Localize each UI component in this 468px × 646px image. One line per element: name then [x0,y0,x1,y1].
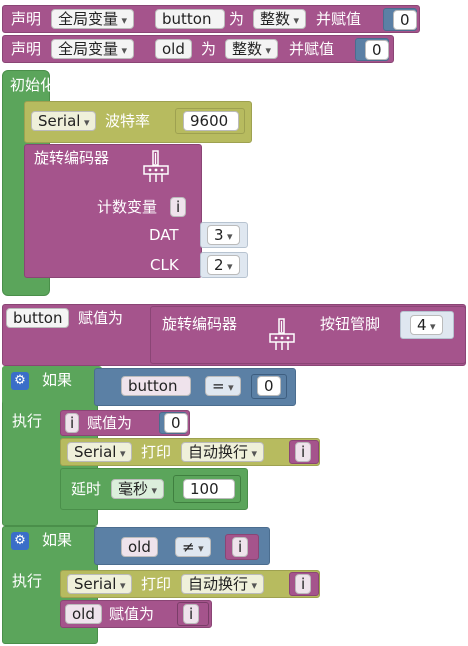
encoder-label: 旋转编码器 [162,315,238,333]
declare-button-block[interactable]: 声明 全局变量 button 为 整数 并赋值 0 [2,5,420,33]
clk-label: CLK [150,256,179,274]
count-var-label: 计数变量 [97,198,158,216]
dat-pin-dropdown[interactable]: 3 [207,225,240,245]
set-i-block[interactable]: i 赋值为 0 [60,410,190,436]
type-dropdown[interactable]: 整数 [225,39,279,59]
type-dropdown[interactable]: 整数 [253,9,307,29]
print-port-dropdown[interactable]: Serial [67,574,133,594]
print-port-dropdown[interactable]: Serial [67,442,133,462]
serial-print-block-1[interactable]: Serial 打印 自动换行 i [60,438,320,466]
set-old-label: 赋值为 [109,605,155,623]
rotary-encoder-icon [269,318,295,350]
serial-baud-block[interactable]: Serial 波特率 9600 [24,101,252,143]
value-field[interactable]: 0 [365,40,389,60]
declare-keyword: 声明 [11,40,42,58]
button-pin-dropdown[interactable]: 4 [410,315,443,335]
scope-dropdown[interactable]: 全局变量 [51,39,135,59]
dat-label: DAT [149,226,179,244]
if2-condition-block[interactable]: old ≠ i [94,527,270,565]
print-label: 打印 [141,443,172,461]
cond-operator-dropdown[interactable]: ≠ [175,537,211,557]
set-old-var[interactable]: old [65,604,102,624]
declare-old-block[interactable]: 声明 全局变量 old 为 整数 并赋值 0 [2,35,394,63]
if-label: 如果 [42,531,73,549]
serial-print-block-2[interactable]: Serial 打印 自动换行 i [60,570,320,598]
print-mode-dropdown[interactable]: 自动换行 [181,442,265,462]
delay-value[interactable]: 100 [183,479,235,499]
cond-left-var[interactable]: old [121,537,158,557]
assign-label: 并赋值 [316,10,362,28]
cond-operator-dropdown[interactable]: = [205,376,241,396]
set-old-block[interactable]: old 赋值为 i [60,600,212,628]
set-i-var[interactable]: i [65,413,80,433]
var-name-field[interactable]: button [155,9,225,29]
scope-dropdown[interactable]: 全局变量 [51,9,135,29]
assign-label: 赋值为 [78,309,124,327]
value-field[interactable]: 0 [393,10,417,30]
clk-pin-dropdown[interactable]: 2 [207,255,240,275]
assign-label: 并赋值 [289,40,335,58]
baud-field[interactable]: 9600 [183,111,239,131]
set-i-label: 赋值为 [87,414,133,432]
if-label: 如果 [42,371,73,389]
set-i-value[interactable]: 0 [164,413,188,433]
assign-var-field[interactable]: button [6,308,70,328]
var-name-field[interactable]: old [155,39,192,59]
gear-icon[interactable]: ⚙ [11,372,29,390]
print-var[interactable]: i [295,442,312,462]
setup-title: 初始化 [10,76,56,94]
print-var[interactable]: i [295,574,312,594]
do-label: 执行 [12,412,43,430]
button-pin-label: 按钮管脚 [320,315,381,333]
encoder-label: 旋转编码器 [34,149,110,167]
do-label: 执行 [12,572,43,590]
baud-label: 波特率 [105,112,151,130]
cond-right-var[interactable]: i [232,537,249,557]
as-label: 为 [201,40,217,58]
delay-unit-dropdown[interactable]: 毫秒 [111,479,165,499]
if1-condition-block[interactable]: button = 0 [94,368,296,406]
set-old-value[interactable]: i [183,604,200,624]
print-mode-dropdown[interactable]: 自动换行 [181,574,265,594]
cond-left-var[interactable]: button [121,376,191,396]
declare-keyword: 声明 [11,10,42,28]
serial-port-dropdown[interactable]: Serial [31,111,97,131]
delay-label: 延时 [71,480,102,498]
cond-right-field[interactable]: 0 [257,376,281,396]
gear-icon[interactable]: ⚙ [11,532,29,550]
print-label: 打印 [141,575,172,593]
count-var-field[interactable]: i [170,197,187,217]
rotary-encoder-icon [143,150,169,182]
as-label: 为 [229,10,245,28]
delay-block[interactable]: 延时 毫秒 100 [60,468,248,510]
